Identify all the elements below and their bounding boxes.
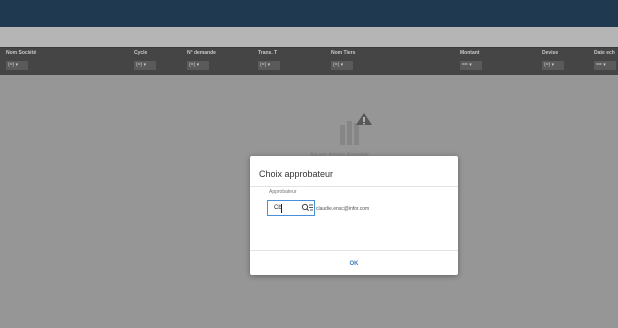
column-label: Trans. T — [258, 50, 278, 56]
column-label: Cycle — [134, 50, 148, 56]
column-label: Nom Tiers — [331, 50, 356, 56]
column-label: N° demande — [187, 50, 216, 56]
column-label: Montant — [460, 50, 480, 56]
column-n-demande[interactable]: N° demande (=) ▾ — [187, 50, 216, 74]
column-filter[interactable]: (=) ▾ — [134, 61, 156, 70]
ok-button[interactable]: OK — [339, 257, 369, 271]
column-label: Devise — [542, 50, 559, 56]
column-montant[interactable]: Montant == ▾ — [460, 50, 482, 74]
column-date-ech[interactable]: Date ech == ▾ — [594, 50, 616, 74]
footer-divider — [250, 250, 458, 251]
app-header-bar — [0, 0, 618, 27]
approver-field-label: Approbateur — [269, 189, 297, 195]
column-filter[interactable]: (=) ▾ — [331, 61, 353, 70]
column-cycle[interactable]: Cycle (=) ▾ — [134, 50, 156, 74]
dialog-title: Choix approbateur — [259, 169, 334, 179]
column-devise[interactable]: Devise (=) ▾ — [542, 50, 564, 74]
column-nom-societe[interactable]: Nom Société (=) ▾ — [6, 50, 36, 74]
column-filter[interactable]: (=) ▾ — [187, 61, 209, 70]
grid-header: Nom Société (=) ▾ Cycle (=) ▾ N° demande… — [0, 47, 618, 76]
toolbar-area — [0, 27, 618, 47]
column-filter[interactable]: == ▾ — [594, 61, 616, 70]
column-filter[interactable]: == ▾ — [460, 61, 482, 70]
column-filter[interactable]: (=) ▾ — [258, 61, 280, 70]
column-filter[interactable]: (=) ▾ — [6, 61, 28, 70]
column-label: Nom Société — [6, 50, 37, 56]
lookup-list-icon[interactable] — [301, 203, 314, 214]
text-caret — [281, 204, 282, 213]
empty-chart-warning-icon — [340, 113, 372, 145]
column-nom-tiers[interactable]: Nom Tiers (=) ▾ — [331, 50, 355, 74]
approver-input[interactable]: Cb — [267, 200, 315, 216]
column-filter[interactable]: (=) ▾ — [542, 61, 564, 70]
column-trans[interactable]: Trans. T (=) ▾ — [258, 50, 280, 74]
approver-description: claudie.ensc@infor.com — [316, 206, 370, 212]
column-label: Date ech — [594, 50, 615, 56]
title-divider — [250, 186, 458, 187]
approver-dialog: Choix approbateur Approbateur Cb claudie… — [250, 156, 458, 275]
